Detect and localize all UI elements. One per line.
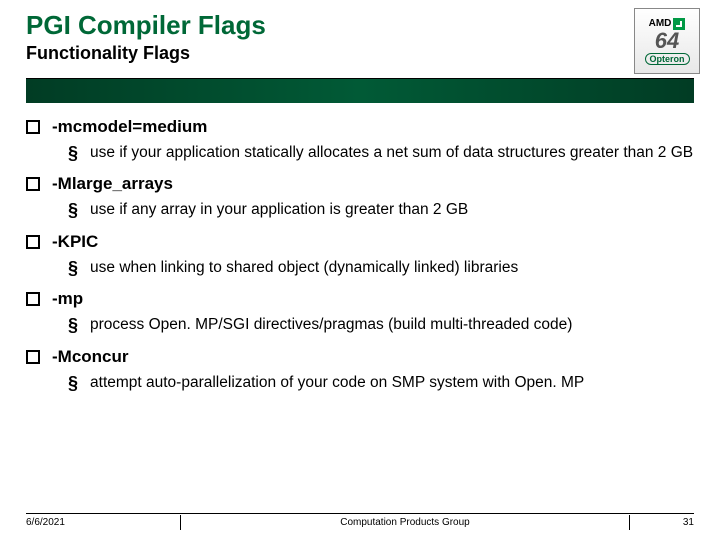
square-bullet-icon: § bbox=[68, 316, 78, 334]
list-item: -mp § process Open. MP/SGI directives/pr… bbox=[44, 289, 694, 334]
logo-product: Opteron bbox=[645, 53, 690, 65]
slide-subtitle: Functionality Flags bbox=[26, 43, 694, 64]
logo-number: 64 bbox=[655, 30, 679, 52]
flag-name: -Mlarge_arrays bbox=[52, 174, 173, 194]
green-banner bbox=[26, 79, 694, 103]
square-bullet-icon: § bbox=[68, 259, 78, 277]
content-area: -mcmodel=medium § use if your applicatio… bbox=[0, 103, 720, 540]
checkbox-bullet-icon bbox=[26, 292, 40, 306]
flag-name: -mp bbox=[52, 289, 83, 309]
footer: 6/6/2021 Computation Products Group 31 bbox=[0, 515, 720, 530]
checkbox-bullet-icon bbox=[26, 235, 40, 249]
square-bullet-icon: § bbox=[68, 201, 78, 219]
footer-page-number: 31 bbox=[640, 517, 720, 528]
footer-rule bbox=[26, 513, 694, 514]
amd-logo: AMD 64 Opteron bbox=[634, 8, 700, 74]
checkbox-bullet-icon bbox=[26, 350, 40, 364]
flag-description: use when linking to shared object (dynam… bbox=[90, 258, 518, 277]
list-item: -Mconcur § attempt auto-parallelization … bbox=[44, 347, 694, 392]
amd-arrow-icon bbox=[673, 18, 685, 30]
square-bullet-icon: § bbox=[68, 144, 78, 162]
flag-description: process Open. MP/SGI directives/pragmas … bbox=[90, 315, 572, 334]
list-item: -mcmodel=medium § use if your applicatio… bbox=[44, 117, 694, 162]
checkbox-bullet-icon bbox=[26, 120, 40, 134]
flag-description: use if your application statically alloc… bbox=[90, 143, 693, 162]
checkbox-bullet-icon bbox=[26, 177, 40, 191]
slide-title: PGI Compiler Flags bbox=[26, 10, 694, 41]
flag-name: -mcmodel=medium bbox=[52, 117, 207, 137]
footer-date: 6/6/2021 bbox=[0, 517, 170, 528]
header: PGI Compiler Flags Functionality Flags A… bbox=[0, 0, 720, 64]
flag-description: use if any array in your application is … bbox=[90, 200, 468, 219]
flag-name: -KPIC bbox=[52, 232, 98, 252]
list-item: -Mlarge_arrays § use if any array in you… bbox=[44, 174, 694, 219]
flag-name: -Mconcur bbox=[52, 347, 129, 367]
slide: PGI Compiler Flags Functionality Flags A… bbox=[0, 0, 720, 540]
list-item: -KPIC § use when linking to shared objec… bbox=[44, 232, 694, 277]
footer-group: Computation Products Group bbox=[180, 515, 630, 530]
flag-description: attempt auto-parallelization of your cod… bbox=[90, 373, 584, 392]
square-bullet-icon: § bbox=[68, 374, 78, 392]
